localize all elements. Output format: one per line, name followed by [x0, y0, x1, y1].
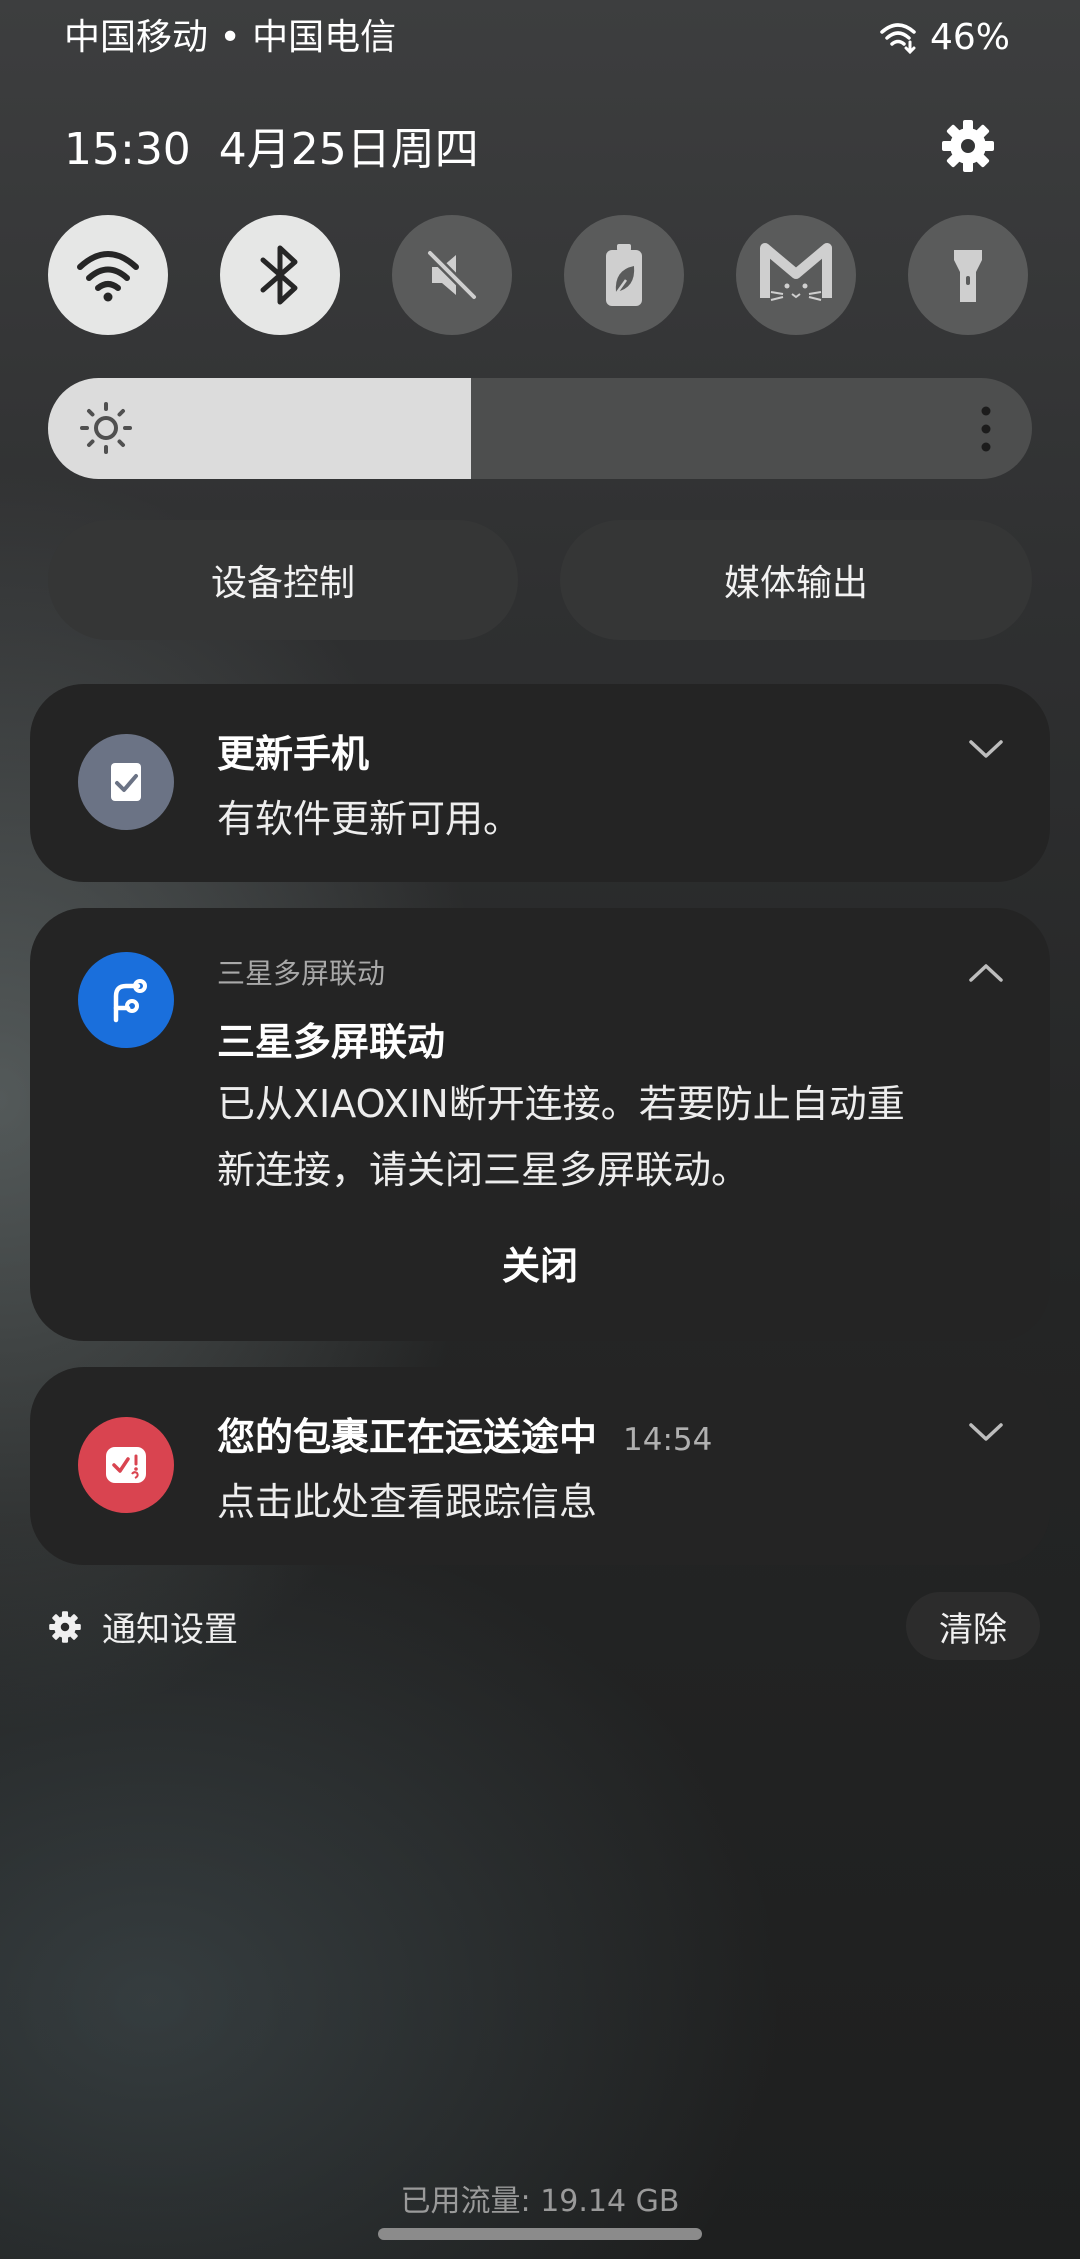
notification-time: 14:54: [623, 1422, 713, 1458]
battery-percent: 46%: [929, 17, 1010, 58]
more-options-icon[interactable]: [980, 406, 992, 452]
notification-body-line-2: 新连接，请关闭三星多屏联动。: [217, 1148, 750, 1192]
notification-title-text: 您的包裹正在运送途中: [217, 1415, 598, 1459]
clear-button[interactable]: 清除: [906, 1592, 1040, 1660]
notification-multi-screen[interactable]: 三星多屏联动 三星多屏联动 已从XIAOXIN断开连接。若要防止自动重 新连接，…: [30, 908, 1050, 1341]
notification-software-update[interactable]: 更新手机 有软件更新可用。: [30, 684, 1050, 882]
chevron-up-icon[interactable]: [968, 962, 1004, 984]
media-output-button[interactable]: 媒体输出: [560, 520, 1032, 640]
notification-body: 点击此处查看跟踪信息: [217, 1480, 598, 1524]
notification-settings-link[interactable]: 通知设置: [48, 1602, 238, 1651]
notification-body-line-1: 已从XIAOXIN断开连接。若要防止自动重: [217, 1082, 905, 1126]
clock-date-text: 4月25日周四: [218, 124, 479, 175]
chevron-down-icon[interactable]: [968, 738, 1004, 760]
clock-date[interactable]: 15:30 4月25日周四: [64, 118, 479, 182]
chevron-down-icon[interactable]: [968, 1421, 1004, 1443]
package-check-icon: [78, 1417, 174, 1513]
status-indicators: 46%: [880, 10, 1010, 66]
notification-app-name: 三星多屏联动: [217, 957, 386, 990]
brightness-slider[interactable]: [48, 378, 1032, 479]
notification-title: 更新手机: [217, 732, 370, 776]
cat-m-icon: [760, 243, 832, 301]
close-link-button[interactable]: 关闭: [30, 1240, 1050, 1292]
home-indicator[interactable]: [378, 2228, 702, 2240]
gear-icon: [49, 1610, 81, 1643]
settings-gear-icon[interactable]: [940, 118, 996, 174]
carrier-label: 中国移动 • 中国电信: [64, 17, 397, 58]
wifi-call-icon: [880, 23, 916, 54]
notification-package[interactable]: 您的包裹正在运送途中 14:54 点击此处查看跟踪信息: [30, 1367, 1050, 1565]
notification-body: 有软件更新可用。: [217, 797, 522, 841]
wifi-toggle[interactable]: [48, 215, 168, 335]
bluetooth-toggle[interactable]: [220, 215, 340, 335]
wifi-icon: [77, 251, 139, 302]
data-usage-label: 已用流量: 19.14 GB: [400, 2184, 680, 2219]
notification-title: 您的包裹正在运送途中 14:54: [217, 1411, 712, 1466]
sound-toggle[interactable]: [392, 215, 512, 335]
mute-icon: [425, 248, 479, 302]
notification-settings-label: 通知设置: [102, 1610, 238, 1650]
flashlight-toggle[interactable]: [908, 215, 1028, 335]
brightness-sun-icon: [80, 402, 132, 454]
software-update-icon: [78, 734, 174, 830]
flashlight-icon: [954, 250, 982, 302]
device-control-button[interactable]: 设备控制: [48, 520, 518, 640]
multi-screen-link-icon: [78, 952, 174, 1048]
bluetooth-icon: [260, 245, 298, 305]
notification-title: 三星多屏联动: [217, 1020, 446, 1064]
battery-leaf-icon: [606, 244, 642, 306]
clock-time: 15:30: [64, 124, 191, 175]
cat-app-toggle[interactable]: [736, 215, 856, 335]
power-saving-toggle[interactable]: [564, 215, 684, 335]
